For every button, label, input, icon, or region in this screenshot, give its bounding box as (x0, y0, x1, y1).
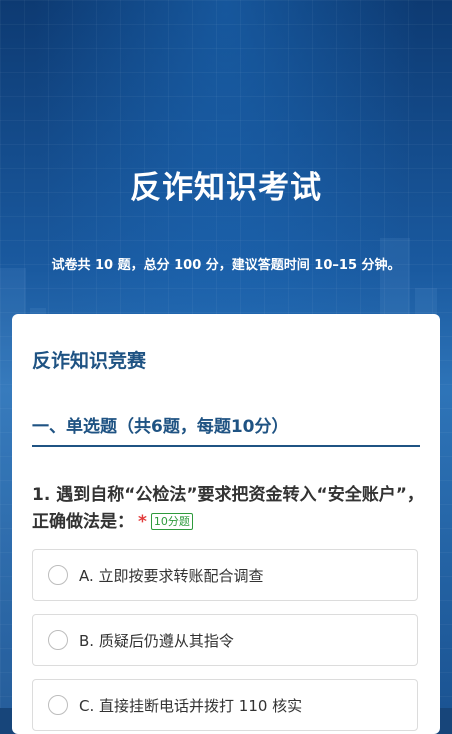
option-label: B. 质疑后仍遵从其指令 (79, 632, 234, 650)
option-c[interactable]: C. 直接挂断电话并拨打 110 核实 (32, 679, 418, 731)
option-b[interactable]: B. 质疑后仍遵从其指令 (32, 614, 418, 666)
radio-icon[interactable] (48, 630, 68, 650)
question-text: 1. 遇到自称“公检法”要求把资金转入“安全账户”，正确做法是： (32, 485, 424, 532)
score-badge: 10分题 (150, 513, 193, 530)
section-title: 一、单选题（共6题，每题10分） (32, 412, 420, 447)
radio-icon[interactable] (48, 565, 68, 585)
required-marker: * (138, 512, 147, 532)
exam-description: 试卷共 10 题，总分 100 分，建议答题时间 10–15 分钟。 (51, 258, 401, 273)
question-1: 1. 遇到自称“公检法”要求把资金转入“安全账户”，正确做法是： * 10分题 (32, 482, 424, 536)
option-a[interactable]: A. 立即按要求转账配合调查 (32, 549, 418, 601)
exam-name: 反诈知识竞赛 (32, 350, 147, 372)
page-title: 反诈知识考试 (130, 170, 322, 206)
option-label: A. 立即按要求转账配合调查 (79, 567, 264, 585)
exam-card: 反诈知识竞赛 一、单选题（共6题，每题10分） 1. 遇到自称“公检法”要求把资… (12, 314, 440, 734)
option-label: C. 直接挂断电话并拨打 110 核实 (79, 697, 303, 715)
radio-icon[interactable] (48, 695, 68, 715)
